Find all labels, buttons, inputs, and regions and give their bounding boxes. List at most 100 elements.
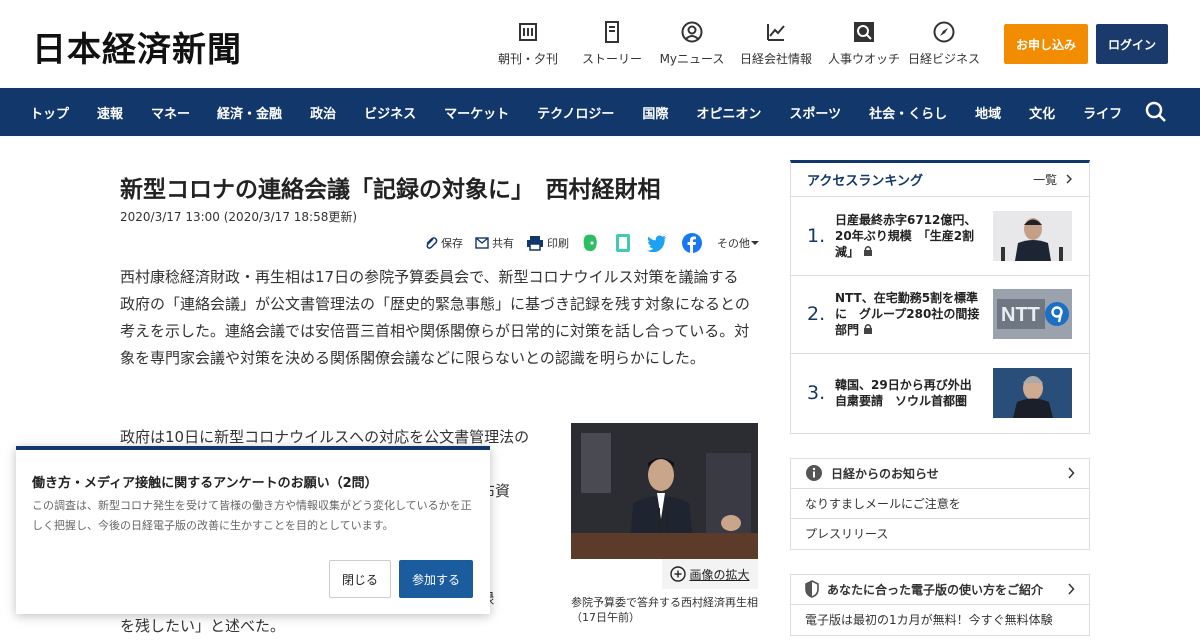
login-button[interactable]: ログイン: [1096, 24, 1168, 64]
print-button[interactable]: 印刷: [526, 235, 569, 251]
guide-header[interactable]: あなたに合った電子版の使い方をご紹介: [791, 575, 1089, 605]
header-link-print-edition[interactable]: 朝刊・夕刊: [488, 20, 568, 67]
facebook-icon: [682, 233, 702, 253]
photo-caption: 参院予算委で答弁する西村経済再生相（17日午前）: [571, 596, 758, 624]
ranking-title: アクセスランキング: [807, 174, 923, 189]
nav-item-opinion[interactable]: オピニオン: [696, 103, 761, 122]
nav-item-business[interactable]: ビジネス: [364, 103, 416, 122]
ranking-headline: NTT、在宅勤務5割を標準に グループ280社の間接部門: [835, 291, 980, 338]
chevron-right-icon: [1068, 467, 1075, 479]
nav-item-international[interactable]: 国際: [642, 103, 668, 122]
header-link-company-info[interactable]: 日経会社情報: [728, 20, 824, 67]
ranking-thumbnail: NTT: [993, 289, 1072, 340]
ranking-header: アクセスランキング 一覧: [791, 163, 1089, 197]
zoom-in-icon: [670, 566, 687, 582]
evernote-button[interactable]: [581, 233, 602, 253]
zoom-image-button[interactable]: 画像の拡大: [662, 559, 758, 589]
ranking-item[interactable]: 2. NTT、在宅勤務5割を標準に グループ280社の間接部門 NTT: [791, 276, 1089, 354]
zoom-label: 画像の拡大: [689, 567, 750, 582]
guide-link[interactable]: 電子版は最初の1カ月が無料！今すぐ無料体験: [791, 605, 1089, 635]
save-label: 保存: [441, 237, 463, 250]
sidebar: アクセスランキング 一覧 1. 日産最終赤字6712億円、20年ぶり規模 「生産…: [790, 160, 1090, 636]
ranking-more-link[interactable]: 一覧: [1033, 171, 1073, 188]
guide-title: あなたに合った電子版の使い方をご紹介: [827, 582, 1044, 597]
header-link-label: 日経会社情報: [739, 52, 812, 66]
nav-item-money[interactable]: マネー: [151, 103, 190, 122]
ranking-more-label: 一覧: [1033, 173, 1058, 187]
text-line: を残したい」と述べた。: [120, 617, 286, 635]
header-link-label: Myニュース: [659, 52, 725, 66]
article-date: 2020/3/17 13:00 (2020/3/17 18:58更新): [120, 210, 358, 224]
nav-item-economy[interactable]: 経済・金融: [217, 103, 282, 122]
share-button[interactable]: 共有: [475, 235, 514, 251]
print-label: 印刷: [547, 237, 569, 250]
chevron-right-icon: [1066, 174, 1072, 184]
site-header: 日本経済新聞 朝刊・夕刊 ストーリー Myニュース 日経会社情報 人事ウオッチ …: [0, 0, 1200, 88]
survey-close-button[interactable]: 閉じる: [329, 560, 391, 598]
ranking-text: 韓国、29日から再び外出自粛要請 ソウル首都圏: [835, 377, 983, 409]
nav-item-technology[interactable]: テクノロジー: [537, 103, 614, 122]
notice-link[interactable]: プレスリリース: [791, 519, 1089, 549]
clip-icon: [426, 237, 438, 249]
more-share-button[interactable]: その他: [717, 235, 763, 251]
chevron-right-icon: [1068, 583, 1075, 595]
survey-join-button[interactable]: 参加する: [399, 560, 473, 598]
facebook-button[interactable]: [682, 233, 705, 253]
nav-item-market[interactable]: マーケット: [444, 103, 509, 122]
more-label: その他: [717, 237, 750, 250]
article-paragraph: 西村康稔経済財政・再生相は17日の参院予算委員会で、新型コロナウイルス対策を議論…: [120, 268, 750, 367]
ranking-text: 日産最終赤字6712億円、20年ぶり規模 「生産2割減」: [835, 212, 983, 260]
story-icon: [600, 20, 624, 44]
guide-box: あなたに合った電子版の使い方をご紹介 電子版は最初の1カ月が無料！今すぐ無料体験: [790, 573, 1090, 636]
lock-icon: [864, 324, 873, 335]
user-icon: [680, 20, 704, 44]
ranking-text: NTT、在宅勤務5割を標準に グループ280社の間接部門: [835, 290, 983, 338]
notices-title: 日経からのお知らせ: [831, 466, 939, 481]
evernote-icon: [583, 234, 597, 252]
access-ranking: アクセスランキング 一覧 1. 日産最終赤字6712億円、20年ぶり規模 「生産…: [790, 160, 1090, 434]
share-label: 共有: [492, 237, 514, 250]
main-nav: トップ 速報 マネー 経済・金融 政治 ビジネス マーケット テクノロジー 国際…: [0, 88, 1200, 136]
survey-title: 働き方・メディア接触に関するアンケートのお願い（2問）: [32, 476, 378, 491]
nav-item-life[interactable]: ライフ: [1083, 103, 1122, 122]
apply-button[interactable]: お申し込み: [1004, 24, 1088, 64]
shield-icon: [805, 580, 819, 598]
article-figure: 画像の拡大 参院予算委で答弁する西村経済再生相（17日午前）: [571, 423, 758, 624]
ranking-number: 2.: [807, 303, 826, 326]
nav-item-top[interactable]: トップ: [30, 103, 69, 122]
nav-item-sports[interactable]: スポーツ: [789, 103, 841, 122]
site-logo[interactable]: 日本経済新聞: [32, 22, 242, 71]
header-links: 朝刊・夕刊 ストーリー Myニュース 日経会社情報 人事ウオッチ 日経ビジネス: [488, 20, 984, 67]
nav-item-region[interactable]: 地域: [975, 103, 1001, 122]
ranking-headline: 韓国、29日から再び外出自粛要請 ソウル首都圏: [835, 378, 972, 409]
chart-icon: [764, 20, 788, 44]
save-button[interactable]: 保存: [424, 235, 463, 251]
header-link-my-news[interactable]: Myニュース: [656, 20, 728, 67]
survey-description: この調査は、新型コロナ発生を受けて皆様の働き方や情報収集がどう変化しているかを正…: [32, 499, 472, 532]
header-link-label: ストーリー: [581, 52, 642, 66]
ranking-item[interactable]: 3. 韓国、29日から再び外出自粛要請 ソウル首都圏: [791, 354, 1089, 433]
note-icon: [616, 234, 630, 252]
header-link-label: 日経ビジネス: [907, 52, 980, 66]
nav-item-breaking[interactable]: 速報: [97, 103, 123, 122]
ranking-item[interactable]: 1. 日産最終赤字6712億円、20年ぶり規模 「生産2割減」: [791, 197, 1089, 276]
compass-icon: [932, 20, 956, 44]
nav-item-society[interactable]: 社会・くらし: [869, 103, 947, 122]
article-photo[interactable]: [571, 423, 758, 559]
nav-item-culture[interactable]: 文化: [1029, 103, 1055, 122]
newspaper-icon: [516, 20, 540, 44]
header-link-story[interactable]: ストーリー: [568, 20, 656, 67]
ranking-thumbnail: [993, 210, 1072, 261]
article-title: 新型コロナの連絡会議「記録の対象に」 西村経財相: [120, 177, 661, 203]
mail-icon: [475, 237, 489, 249]
survey-popup: 働き方・メディア接触に関するアンケートのお願い（2問） この調査は、新型コロナ発…: [16, 446, 490, 614]
header-link-nikkei-business[interactable]: 日経ビジネス: [904, 20, 984, 67]
nav-item-politics[interactable]: 政治: [310, 103, 336, 122]
header-link-personnel[interactable]: 人事ウオッチ: [824, 20, 904, 67]
search-icon[interactable]: [1144, 100, 1168, 124]
notice-link[interactable]: なりすましメールにご注意を: [791, 489, 1089, 519]
bookmark-button[interactable]: [614, 233, 635, 253]
twitter-button[interactable]: [647, 234, 670, 252]
svg-text:NTT: NTT: [1001, 304, 1040, 326]
notices-header[interactable]: 日経からのお知らせ: [791, 459, 1089, 489]
